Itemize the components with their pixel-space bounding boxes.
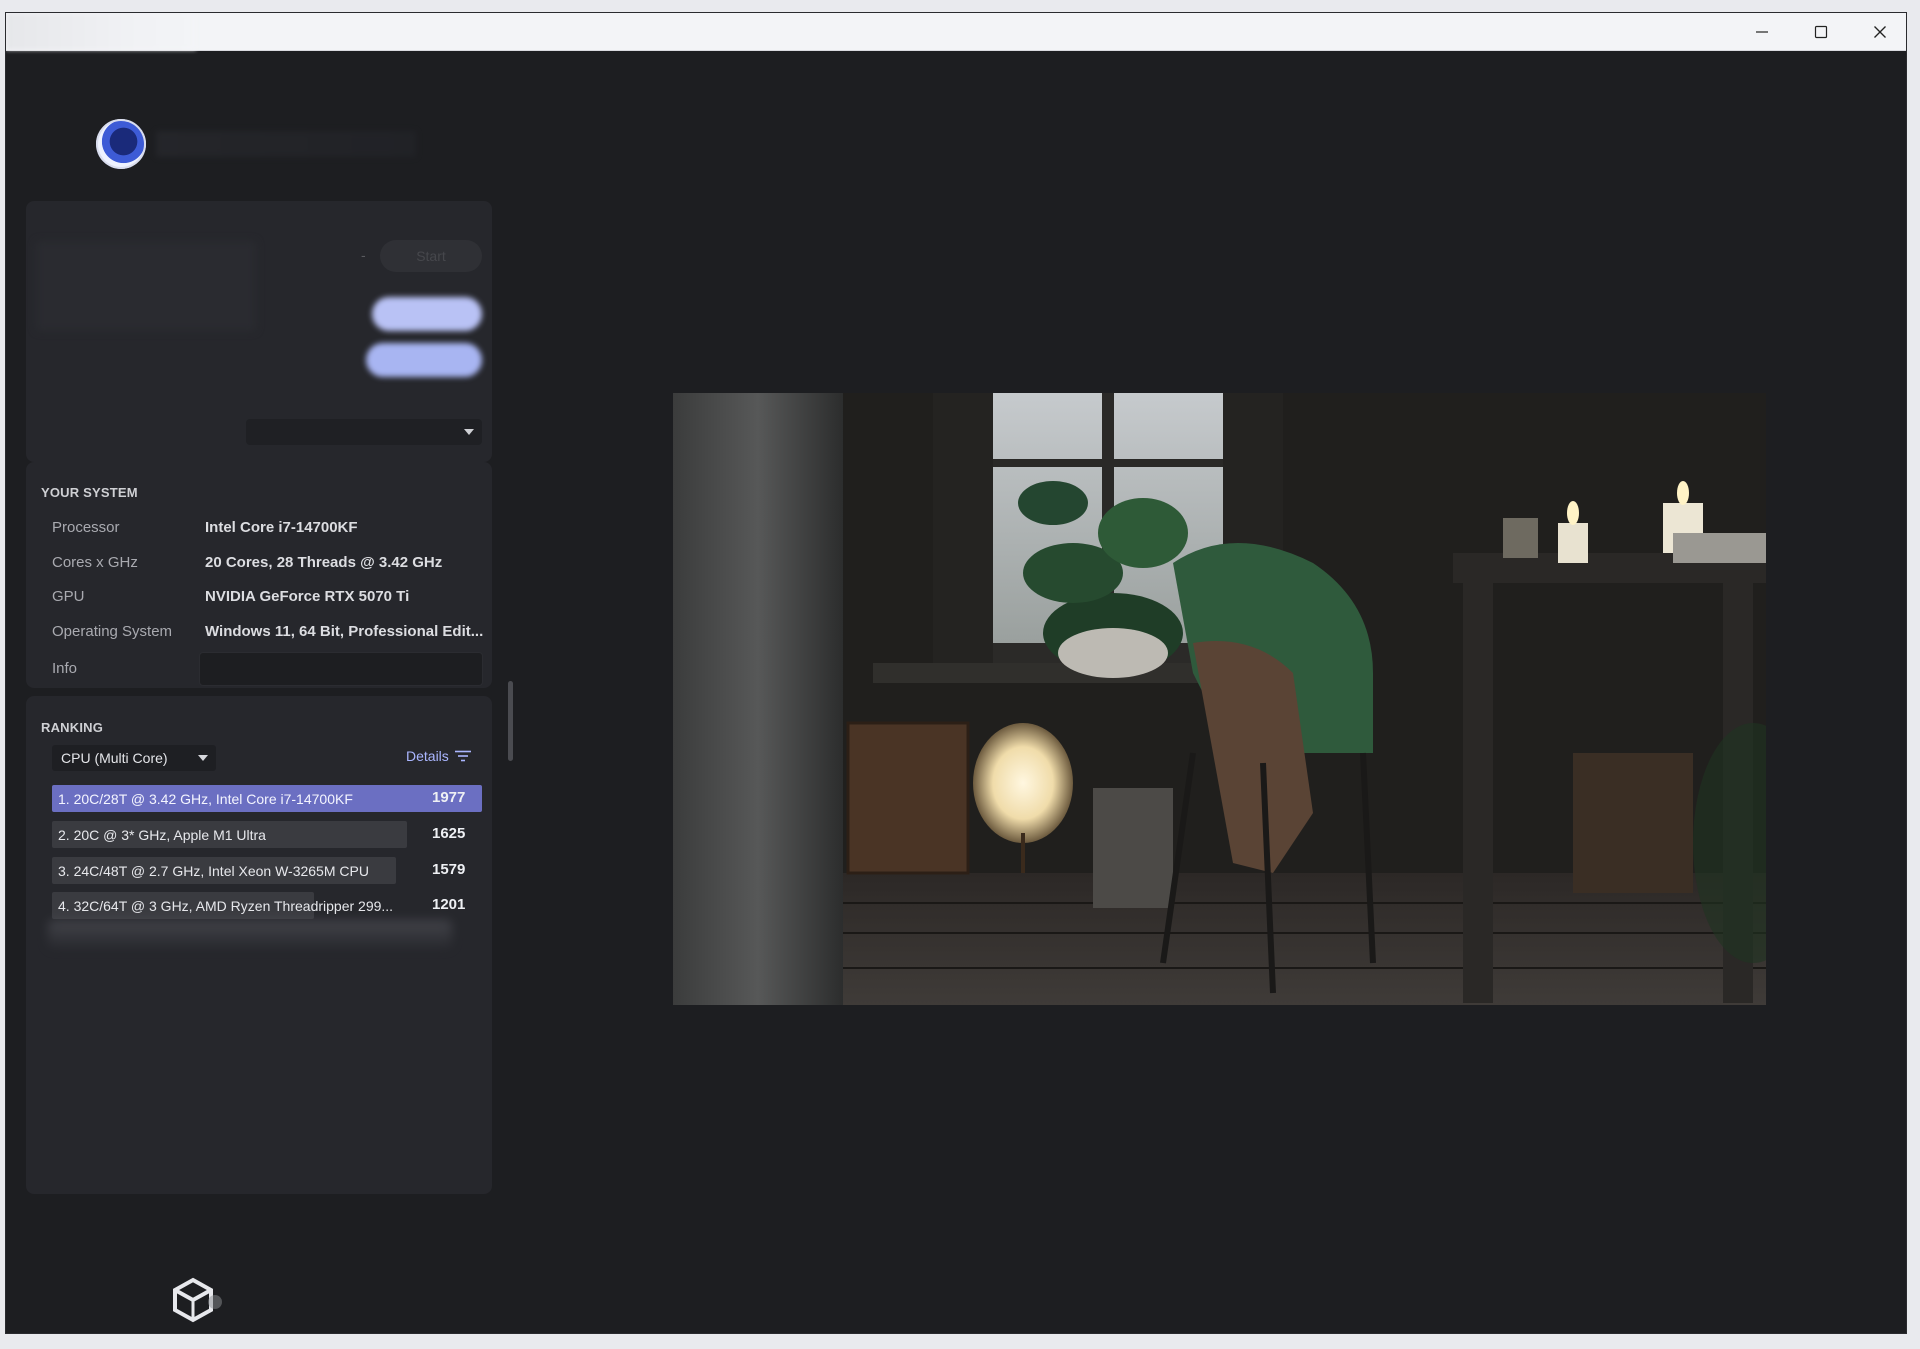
render-preview-image	[673, 393, 1766, 1005]
start-button-single-blurred[interactable]	[366, 343, 482, 377]
ranking-more-rows-blurred	[48, 920, 452, 948]
run-status: -	[361, 247, 366, 263]
ranking-entry-text: 3. 24C/48T @ 2.7 GHz, Intel Xeon W-3265M…	[58, 862, 369, 879]
title-bar	[6, 13, 1906, 51]
app-name-blurred	[156, 131, 416, 157]
minimize-icon	[1756, 30, 1768, 33]
system-section-title: YOUR SYSTEM	[41, 485, 138, 500]
ranking-mode-dropdown[interactable]: CPU (Multi Core)	[52, 745, 216, 771]
chevron-down-icon	[198, 755, 208, 761]
close-icon	[1874, 25, 1886, 38]
filter-icon	[454, 750, 471, 762]
maximize-icon	[1814, 25, 1828, 38]
ranking-score: 1977	[432, 789, 466, 806]
ranking-row[interactable]: 2. 20C @ 3* GHz, Apple M1 Ultra 1625	[52, 821, 465, 848]
ranking-row[interactable]: 1. 20C/28T @ 3.42 GHz, Intel Core i7-147…	[52, 785, 482, 812]
maxon-logo-icon	[173, 1277, 222, 1323]
maximize-button[interactable]	[1792, 13, 1850, 50]
os-value: Windows 11, 64 Bit, Professional Edit...	[205, 623, 484, 640]
test-list-blurred	[36, 241, 256, 331]
ranking-score: 1625	[432, 825, 466, 842]
close-button[interactable]	[1851, 13, 1906, 50]
chevron-down-icon	[464, 429, 474, 435]
ranking-entry-text: 1. 20C/28T @ 3.42 GHz, Intel Core i7-147…	[58, 790, 353, 807]
ranking-section-title: RANKING	[41, 720, 104, 735]
start-button-gpu-blurred[interactable]	[372, 297, 482, 331]
test-duration-select[interactable]	[246, 419, 482, 445]
ranking-row[interactable]: 4. 32C/64T @ 3 GHz, AMD Ryzen Threadripp…	[52, 892, 465, 919]
minimize-button[interactable]	[1733, 13, 1791, 50]
ranking-score: 1579	[432, 861, 466, 878]
cinebench-logo-icon	[96, 119, 146, 169]
ranking-row[interactable]: 3. 24C/48T @ 2.7 GHz, Intel Xeon W-3265M…	[52, 857, 465, 884]
app-window: - Start YOUR SYSTEM Processor Intel Core…	[5, 12, 1907, 1334]
cores-label: Cores x GHz	[52, 554, 138, 571]
details-label: Details	[406, 748, 449, 764]
processor-label: Processor	[52, 519, 120, 536]
start-button[interactable]: Start	[380, 240, 482, 272]
gpu-label: GPU	[52, 588, 85, 605]
info-label: Info	[52, 660, 78, 677]
cores-value: 20 Cores, 28 Threads @ 3.42 GHz	[205, 554, 443, 571]
details-button[interactable]: Details	[406, 748, 471, 764]
processor-value: Intel Core i7-14700KF	[205, 519, 358, 536]
window-title-blurred	[6, 13, 196, 50]
ranking-entry-text: 2. 20C @ 3* GHz, Apple M1 Ultra	[58, 826, 266, 843]
gpu-value: NVIDIA GeForce RTX 5070 Ti	[205, 588, 410, 605]
os-label: Operating System	[52, 623, 173, 640]
info-field[interactable]	[199, 652, 483, 686]
ranking-entry-text: 4. 32C/64T @ 3 GHz, AMD Ryzen Threadripp…	[58, 897, 394, 914]
ranking-mode-label: CPU (Multi Core)	[61, 750, 168, 766]
ranking-score: 1201	[432, 896, 466, 913]
sidebar-scrollbar[interactable]	[508, 681, 513, 761]
